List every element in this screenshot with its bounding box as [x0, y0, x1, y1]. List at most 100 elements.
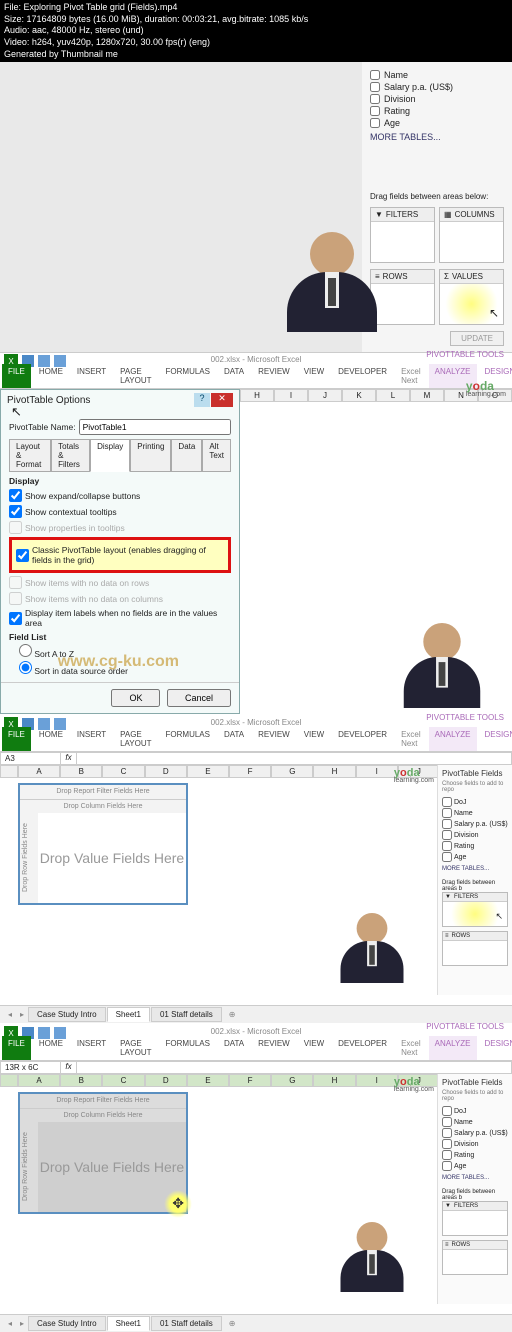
values-dropzone[interactable]: ΣVALUES ↖	[439, 269, 504, 325]
help-icon[interactable]: ?	[194, 393, 210, 407]
dialog-tab-totals[interactable]: Totals & Filters	[51, 439, 90, 472]
radio-atoz[interactable]	[19, 644, 32, 657]
field-checkbox[interactable]	[442, 1161, 452, 1171]
field-checkbox[interactable]	[442, 830, 452, 840]
ok-button[interactable]: OK	[111, 689, 160, 707]
field-checkbox-age[interactable]	[370, 118, 380, 128]
tab-insert[interactable]: INSERT	[71, 727, 112, 751]
field-checkbox[interactable]	[442, 1106, 452, 1116]
next-sheet-icon[interactable]: ▸	[16, 1010, 28, 1019]
field-checkbox-salary[interactable]	[370, 82, 380, 92]
tab-data[interactable]: DATA	[218, 727, 250, 751]
field-checkbox[interactable]	[442, 841, 452, 851]
sheet-tab-active[interactable]: Sheet1	[107, 1007, 150, 1022]
field-checkbox[interactable]	[442, 1139, 452, 1149]
update-button[interactable]: UPDATE	[450, 331, 504, 346]
col-head[interactable]: B	[60, 1074, 102, 1087]
field-checkbox[interactable]	[442, 808, 452, 818]
pivot-drop-grid-selected[interactable]: Drop Report Filter Fields Here Drop Colu…	[18, 1092, 188, 1214]
tab-home[interactable]: HOME	[33, 727, 69, 751]
tab-design[interactable]: DESIGN	[479, 727, 512, 751]
field-checkbox[interactable]	[442, 1150, 452, 1160]
tab-excel-next[interactable]: Excel Next	[395, 364, 427, 388]
col-head[interactable]: A	[18, 765, 60, 778]
col-head[interactable]: E	[187, 1074, 229, 1087]
col-head[interactable]: G	[271, 1074, 313, 1087]
cancel-button[interactable]: Cancel	[167, 689, 231, 707]
tab-analyze[interactable]: ANALYZE	[429, 727, 477, 751]
filters-dropzone[interactable]: ▼FILTERS ↖	[442, 892, 508, 927]
more-tables-link[interactable]: MORE TABLES...	[442, 1175, 508, 1181]
field-checkbox-name[interactable]	[370, 70, 380, 80]
tab-view[interactable]: VIEW	[298, 1036, 330, 1060]
col-head[interactable]: D	[145, 1074, 187, 1087]
pivot-name-input[interactable]	[79, 419, 231, 435]
col-head[interactable]: H	[313, 1074, 355, 1087]
tab-view[interactable]: VIEW	[298, 364, 330, 388]
col-head[interactable]: G	[271, 765, 313, 778]
tab-developer[interactable]: DEVELOPER	[332, 727, 393, 751]
select-all-corner[interactable]	[0, 1074, 18, 1087]
filters-dropzone[interactable]: ▼FILTERS	[442, 1201, 508, 1236]
fx-icon[interactable]: fx	[61, 753, 77, 764]
chk-itemlabels[interactable]	[9, 612, 22, 625]
tab-excel-next[interactable]: Excel Next	[395, 1036, 427, 1060]
col-head[interactable]: F	[229, 765, 271, 778]
field-checkbox[interactable]	[442, 1117, 452, 1127]
chk-expand[interactable]	[9, 489, 22, 502]
sheet-tab[interactable]: Case Study Intro	[28, 1316, 106, 1331]
tab-design[interactable]: DESIGN	[479, 1036, 512, 1060]
sheet-tab[interactable]: 01 Staff details	[151, 1007, 222, 1022]
rows-dropzone[interactable]: ≡ROWS	[442, 931, 508, 966]
select-all-corner[interactable]	[0, 765, 18, 778]
dialog-tab-display[interactable]: Display	[90, 439, 130, 472]
columns-dropzone[interactable]: ▦COLUMNS	[439, 207, 504, 263]
name-box[interactable]: 13R x 6C	[1, 1062, 61, 1073]
dialog-tab-data[interactable]: Data	[171, 439, 202, 472]
col-head[interactable]: C	[102, 1074, 144, 1087]
drop-values-zone[interactable]: Drop Value Fields Here	[38, 1122, 186, 1212]
tab-formulas[interactable]: FORMULAS	[160, 727, 216, 751]
tab-view[interactable]: VIEW	[298, 727, 330, 751]
col-head[interactable]: I	[356, 765, 398, 778]
tab-review[interactable]: REVIEW	[252, 727, 296, 751]
field-checkbox[interactable]	[442, 819, 452, 829]
tab-file[interactable]: FILE	[2, 727, 31, 751]
field-checkbox-rating[interactable]	[370, 106, 380, 116]
col-head[interactable]: B	[60, 765, 102, 778]
fx-icon[interactable]: fx	[61, 1062, 77, 1073]
formula-bar[interactable]	[77, 753, 511, 764]
pivot-drop-grid[interactable]: Drop Report Filter Fields Here Drop Colu…	[18, 783, 188, 905]
add-sheet-icon[interactable]: ⊕	[223, 1008, 242, 1021]
dialog-tab-layout[interactable]: Layout & Format	[9, 439, 51, 472]
next-sheet-icon[interactable]: ▸	[16, 1319, 28, 1328]
radio-source[interactable]	[19, 661, 32, 674]
field-checkbox[interactable]	[442, 852, 452, 862]
tab-insert[interactable]: INSERT	[71, 1036, 112, 1060]
drop-values-zone[interactable]: Drop Value Fields Here	[38, 813, 186, 903]
tab-formulas[interactable]: FORMULAS	[160, 364, 216, 388]
tab-data[interactable]: DATA	[218, 364, 250, 388]
close-icon[interactable]: ✕	[211, 393, 233, 407]
field-checkbox[interactable]	[442, 1128, 452, 1138]
sheet-tab-active[interactable]: Sheet1	[107, 1316, 150, 1331]
col-head[interactable]: I	[356, 1074, 398, 1087]
drop-columns-zone[interactable]: Drop Column Fields Here	[20, 799, 186, 813]
tab-home[interactable]: HOME	[33, 364, 69, 388]
add-sheet-icon[interactable]: ⊕	[223, 1317, 242, 1330]
tab-page-layout[interactable]: PAGE LAYOUT	[114, 1036, 157, 1060]
drop-columns-zone[interactable]: Drop Column Fields Here	[20, 1108, 186, 1122]
tab-review[interactable]: REVIEW	[252, 1036, 296, 1060]
sheet-tab[interactable]: Case Study Intro	[28, 1007, 106, 1022]
chk-classic[interactable]	[16, 549, 29, 562]
formula-bar[interactable]	[77, 1062, 511, 1073]
col-head[interactable]: E	[187, 765, 229, 778]
col-head[interactable]: D	[145, 765, 187, 778]
tab-insert[interactable]: INSERT	[71, 364, 112, 388]
tab-data[interactable]: DATA	[218, 1036, 250, 1060]
sheet-tab[interactable]: 01 Staff details	[151, 1316, 222, 1331]
tab-home[interactable]: HOME	[33, 1036, 69, 1060]
rows-dropzone[interactable]: ≡ROWS	[442, 1240, 508, 1275]
col-head[interactable]: H	[313, 765, 355, 778]
tab-formulas[interactable]: FORMULAS	[160, 1036, 216, 1060]
